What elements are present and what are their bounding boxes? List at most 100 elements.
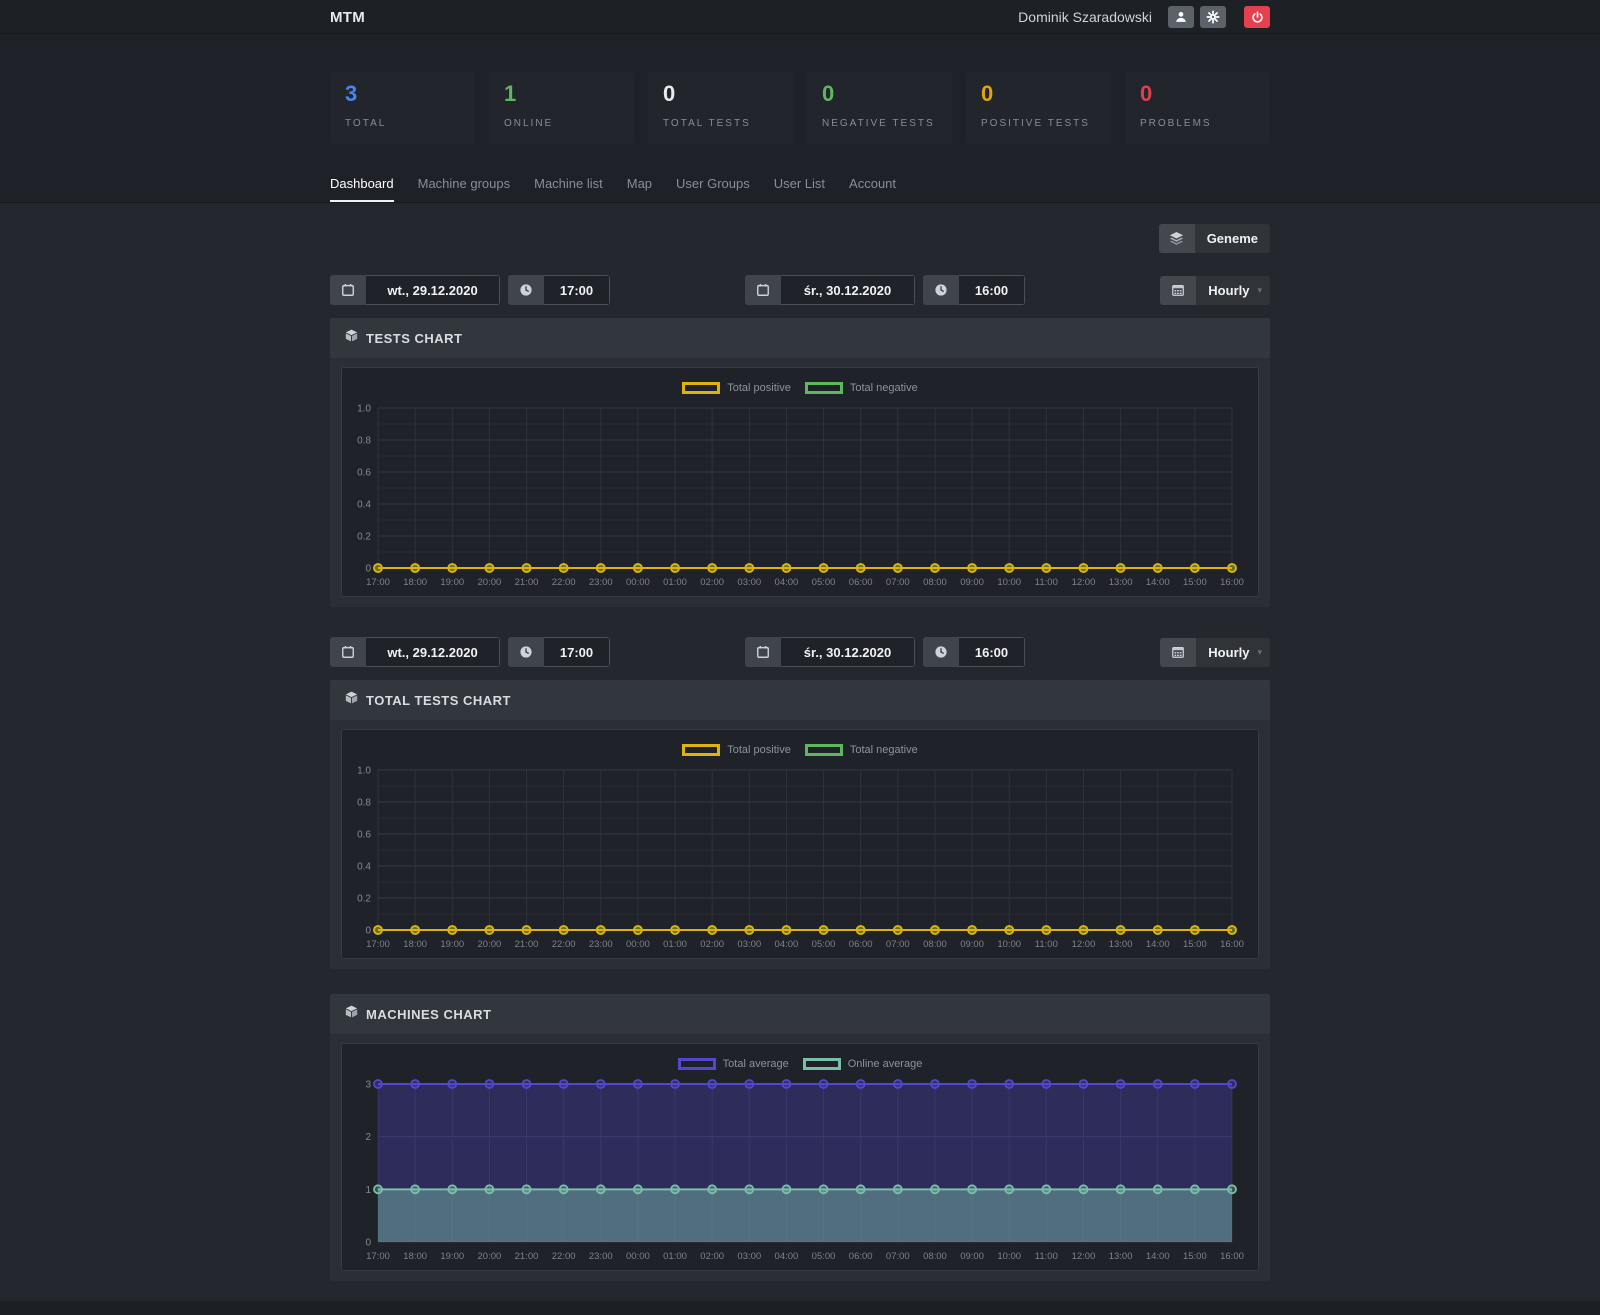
filter-row-2: Hourly ▾ <box>330 637 1270 667</box>
svg-text:18:00: 18:00 <box>403 939 427 950</box>
svg-text:20:00: 20:00 <box>478 577 502 588</box>
tab-user-list[interactable]: User List <box>774 176 825 202</box>
stat-value: 1 <box>504 81 619 107</box>
calendar-icon <box>745 275 781 305</box>
legend-item[interactable]: Total negative <box>805 382 918 394</box>
footer-bar <box>0 1301 1600 1315</box>
stat-label: POSITIVE TESTS <box>981 118 1096 129</box>
svg-text:0: 0 <box>365 926 371 937</box>
svg-text:16:00: 16:00 <box>1220 577 1244 588</box>
end-time-input[interactable] <box>959 275 1025 305</box>
svg-text:10:00: 10:00 <box>997 577 1021 588</box>
panel-title: TOTAL TESTS CHART <box>366 693 511 708</box>
svg-text:0.6: 0.6 <box>357 830 371 841</box>
svg-text:14:00: 14:00 <box>1146 939 1170 950</box>
start-date-group <box>330 637 500 667</box>
logout-button[interactable] <box>1244 6 1270 28</box>
start-time-group <box>508 637 610 667</box>
legend-label: Total positive <box>727 382 791 394</box>
user-name: Dominik Szaradowski <box>1018 9 1152 25</box>
legend-label: Total positive <box>727 744 791 756</box>
stat-value: 0 <box>981 81 1096 107</box>
calendar-grid-icon <box>1160 638 1196 667</box>
tab-dashboard[interactable]: Dashboard <box>330 176 394 202</box>
start-date-input[interactable] <box>366 275 500 305</box>
settings-button[interactable] <box>1200 6 1226 28</box>
svg-text:03:00: 03:00 <box>737 939 761 950</box>
legend-item[interactable]: Online average <box>803 1058 923 1070</box>
svg-text:17:00: 17:00 <box>366 1251 390 1262</box>
svg-text:09:00: 09:00 <box>960 939 984 950</box>
clock-icon <box>508 637 544 667</box>
svg-text:0.8: 0.8 <box>357 798 371 809</box>
svg-text:06:00: 06:00 <box>849 1251 873 1262</box>
start-date-input[interactable] <box>366 637 500 667</box>
svg-text:0: 0 <box>365 1238 371 1249</box>
svg-text:07:00: 07:00 <box>886 1251 910 1262</box>
gear-icon <box>1206 10 1220 24</box>
svg-text:07:00: 07:00 <box>886 939 910 950</box>
svg-text:02:00: 02:00 <box>700 1251 724 1262</box>
svg-text:08:00: 08:00 <box>923 1251 947 1262</box>
stat-card-problems: 0PROBLEMS <box>1125 72 1270 144</box>
svg-text:06:00: 06:00 <box>849 939 873 950</box>
svg-text:15:00: 15:00 <box>1183 1251 1207 1262</box>
svg-text:12:00: 12:00 <box>1072 1251 1096 1262</box>
svg-text:18:00: 18:00 <box>403 1251 427 1262</box>
tab-machine-list[interactable]: Machine list <box>534 176 603 202</box>
end-time-input[interactable] <box>959 637 1025 667</box>
legend-item[interactable]: Total positive <box>682 744 791 756</box>
calendar-icon <box>330 275 366 305</box>
tab-machine-groups[interactable]: Machine groups <box>418 176 511 202</box>
stat-label: PROBLEMS <box>1140 118 1255 129</box>
legend-item[interactable]: Total positive <box>682 382 791 394</box>
svg-text:17:00: 17:00 <box>366 577 390 588</box>
svg-text:03:00: 03:00 <box>737 577 761 588</box>
legend-swatch <box>803 1058 841 1070</box>
start-time-input[interactable] <box>544 637 610 667</box>
tab-map[interactable]: Map <box>627 176 652 202</box>
interval-select[interactable]: Hourly ▾ <box>1160 276 1270 305</box>
start-time-input[interactable] <box>544 275 610 305</box>
svg-text:05:00: 05:00 <box>812 1251 836 1262</box>
cube-icon <box>345 329 358 347</box>
generate-button[interactable]: Geneme <box>1159 224 1270 253</box>
end-time-group <box>923 275 1025 305</box>
tab-user-groups[interactable]: User Groups <box>676 176 750 202</box>
legend-item[interactable]: Total average <box>678 1058 789 1070</box>
svg-text:20:00: 20:00 <box>478 1251 502 1262</box>
svg-text:07:00: 07:00 <box>886 577 910 588</box>
clock-icon <box>508 275 544 305</box>
stat-label: NEGATIVE TESTS <box>822 118 937 129</box>
end-date-input[interactable] <box>781 275 915 305</box>
svg-text:14:00: 14:00 <box>1146 577 1170 588</box>
tab-account[interactable]: Account <box>849 176 896 202</box>
svg-text:18:00: 18:00 <box>403 577 427 588</box>
legend-item[interactable]: Total negative <box>805 744 918 756</box>
svg-text:1: 1 <box>365 1185 371 1196</box>
stat-label: TOTAL <box>345 118 460 129</box>
chart-legend: Total average Online average <box>342 1054 1258 1074</box>
legend-label: Total average <box>723 1058 789 1070</box>
svg-text:0.4: 0.4 <box>357 862 371 873</box>
svg-text:21:00: 21:00 <box>515 577 539 588</box>
end-date-input[interactable] <box>781 637 915 667</box>
stat-label: ONLINE <box>504 118 619 129</box>
svg-text:23:00: 23:00 <box>589 1251 613 1262</box>
svg-text:15:00: 15:00 <box>1183 577 1207 588</box>
svg-text:13:00: 13:00 <box>1109 939 1133 950</box>
svg-text:23:00: 23:00 <box>589 939 613 950</box>
panel-title: TESTS CHART <box>366 331 463 346</box>
machines-chart: Total averageOnline average321017:0018:0… <box>341 1043 1259 1271</box>
end-time-group <box>923 637 1025 667</box>
svg-text:21:00: 21:00 <box>515 939 539 950</box>
interval-value: Hourly <box>1208 283 1249 298</box>
legend-swatch <box>682 382 720 394</box>
chart-plot-area: 1.00.80.60.40.2017:0018:0019:0020:0021:0… <box>342 398 1258 596</box>
interval-select[interactable]: Hourly ▾ <box>1160 638 1270 667</box>
svg-text:1.0: 1.0 <box>357 766 371 777</box>
user-profile-button[interactable] <box>1168 6 1194 28</box>
svg-text:23:00: 23:00 <box>589 577 613 588</box>
svg-text:0.2: 0.2 <box>357 532 371 543</box>
svg-text:04:00: 04:00 <box>775 577 799 588</box>
